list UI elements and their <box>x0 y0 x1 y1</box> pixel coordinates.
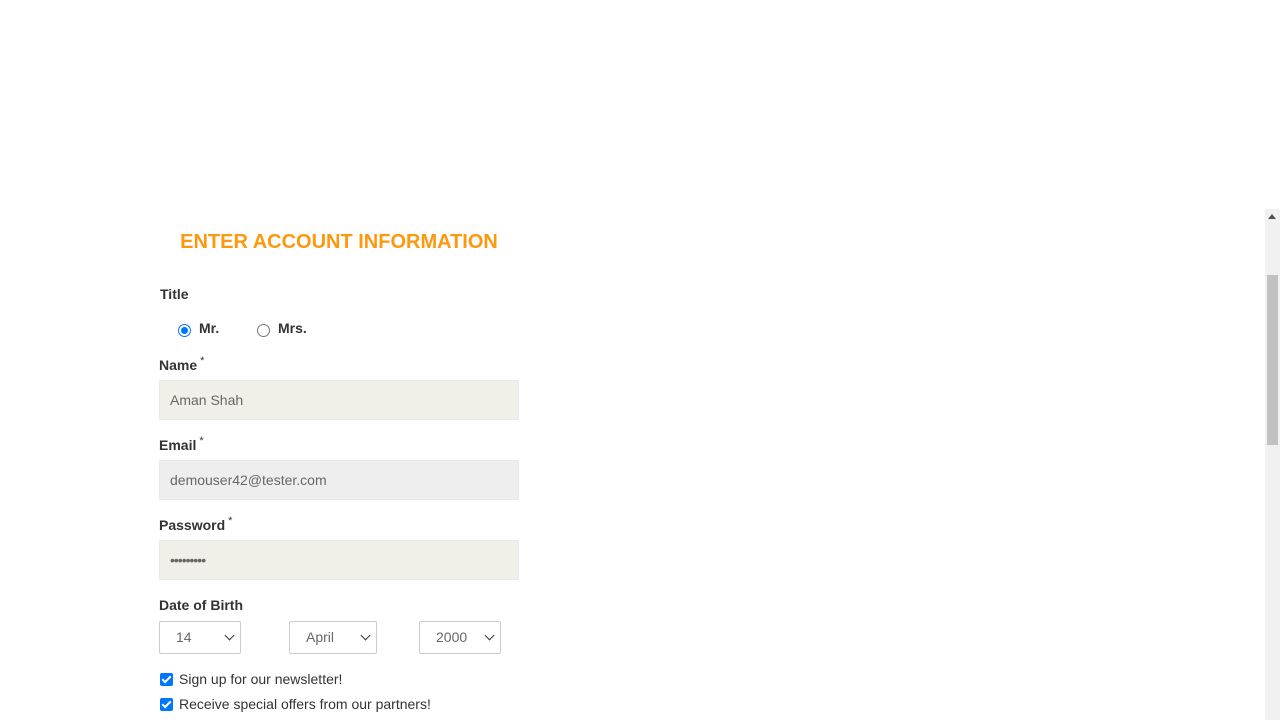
offers-checkbox[interactable] <box>160 697 173 711</box>
offers-option[interactable]: Receive special offers from our partners… <box>160 696 431 712</box>
title-option-mrs[interactable]: Mrs. <box>257 318 307 337</box>
dob-day-value: 14 <box>176 629 192 645</box>
name-label: Name * <box>159 355 205 373</box>
required-mark: * <box>228 515 233 527</box>
newsletter-checkbox[interactable] <box>160 672 173 686</box>
dob-month-select[interactable]: April <box>289 621 377 654</box>
dob-day-select[interactable]: 14 <box>159 621 241 654</box>
title-option-mr[interactable]: Mr. <box>178 318 219 337</box>
scrollbar[interactable] <box>1265 209 1280 720</box>
radio-mrs[interactable] <box>257 324 270 337</box>
dob-year-select[interactable]: 2000 <box>419 621 501 654</box>
name-label-text: Name <box>159 357 198 373</box>
dob-year-value: 2000 <box>436 629 468 645</box>
password-label: Password * <box>159 515 233 533</box>
radio-mr[interactable] <box>178 324 191 337</box>
offers-label[interactable]: Receive special offers from our partners… <box>179 696 431 712</box>
dob-month-value: April <box>306 629 335 645</box>
required-mark: * <box>199 435 204 447</box>
email-input[interactable]: demouser42@tester.com <box>159 460 519 500</box>
newsletter-label[interactable]: Sign up for our newsletter! <box>179 671 342 687</box>
email-label-text: Email <box>159 437 197 453</box>
title-label: Title <box>160 286 189 302</box>
chevron-down-icon <box>224 630 235 641</box>
required-mark: * <box>200 355 205 367</box>
dob-label: Date of Birth <box>159 597 243 613</box>
scroll-up-arrow-icon[interactable] <box>1268 214 1276 219</box>
name-input[interactable]: Aman Shah <box>159 380 519 420</box>
password-label-text: Password <box>159 517 226 533</box>
form-heading: ENTER ACCOUNT INFORMATION <box>180 231 498 253</box>
chevron-down-icon <box>484 630 495 641</box>
radio-mrs-label[interactable]: Mrs. <box>278 320 307 336</box>
password-input[interactable]: ••••••••• <box>159 540 519 580</box>
radio-mr-label[interactable]: Mr. <box>199 320 219 336</box>
newsletter-option[interactable]: Sign up for our newsletter! <box>160 671 342 687</box>
email-label: Email * <box>159 435 204 453</box>
chevron-down-icon <box>360 630 371 641</box>
scrollbar-thumb[interactable] <box>1267 275 1278 445</box>
